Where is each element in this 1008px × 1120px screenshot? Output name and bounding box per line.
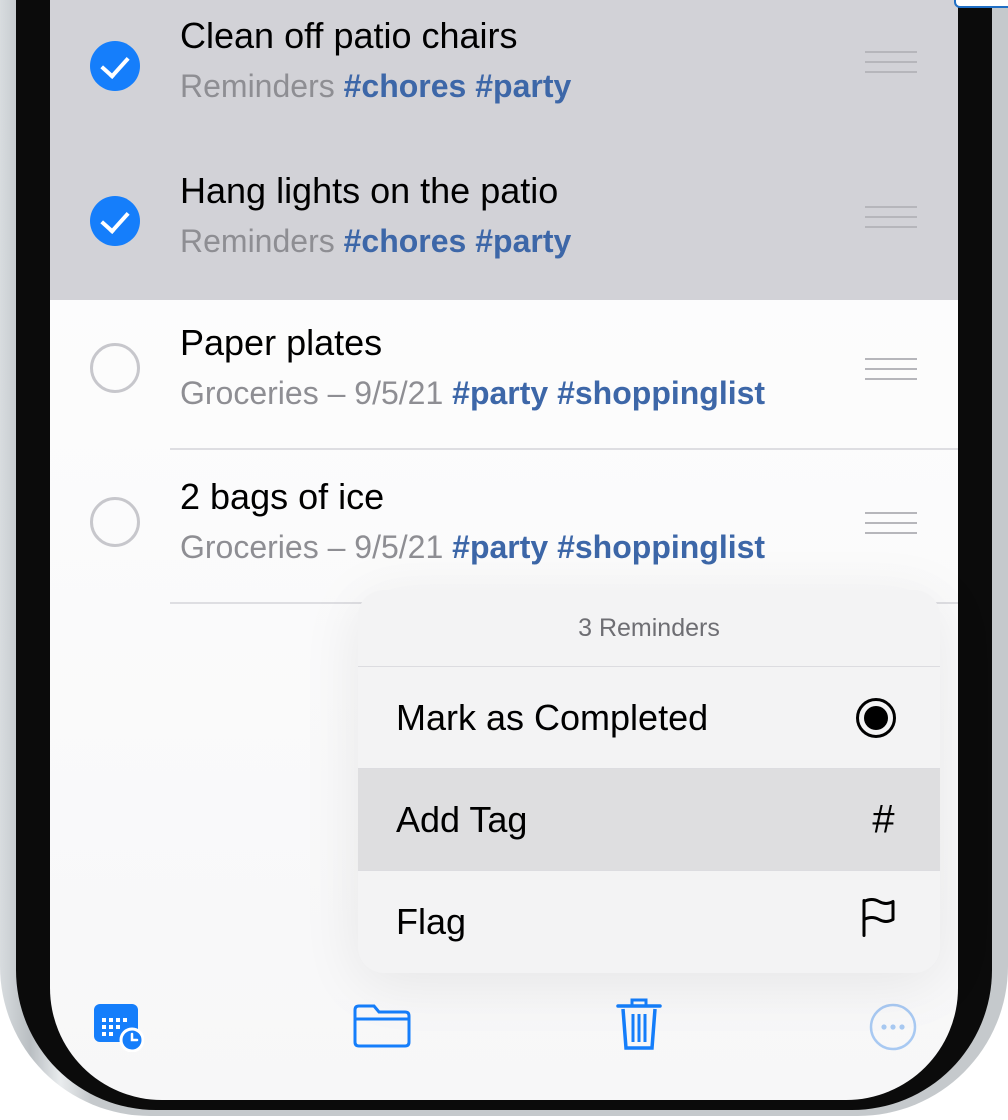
- reminder-tags[interactable]: #chores #party: [344, 68, 572, 104]
- uncompleted-checkbox[interactable]: [90, 343, 140, 393]
- reminder-row[interactable]: 2 bags of ice Groceries – 9/5/21 #party …: [50, 450, 958, 605]
- reminder-list-name: Reminders: [180, 68, 335, 104]
- menu-item-label: Flag: [396, 901, 467, 942]
- reminder-subtitle: Reminders #chores #party: [180, 223, 571, 260]
- mark-as-completed-button[interactable]: Mark as Completed: [358, 667, 940, 769]
- flag-button[interactable]: Flag: [358, 871, 940, 973]
- completed-checkbox[interactable]: [90, 41, 140, 91]
- reminder-list-name: Groceries – 9/5/21: [180, 375, 444, 411]
- calendar-clock-icon[interactable]: [92, 1000, 145, 1057]
- reminder-title: Paper plates: [180, 322, 383, 363]
- reminder-row[interactable]: Hang lights on the patio Reminders #chor…: [50, 145, 958, 300]
- reminder-title: Hang lights on the patio: [180, 170, 559, 211]
- trash-icon[interactable]: [616, 996, 662, 1057]
- drag-handle-icon[interactable]: [865, 358, 917, 380]
- flag-icon: [860, 898, 896, 947]
- corner-tab: [954, 0, 1008, 8]
- hashtag-icon: #: [871, 797, 894, 841]
- reminder-tags[interactable]: #chores #party: [344, 223, 572, 259]
- add-tag-button[interactable]: Add Tag #: [358, 769, 940, 871]
- menu-item-label: Add Tag: [396, 798, 528, 840]
- more-icon[interactable]: [868, 1002, 918, 1057]
- menu-header: 3 Reminders: [358, 590, 940, 667]
- reminder-tags[interactable]: #party #shoppinglist: [452, 529, 765, 565]
- drag-handle-icon[interactable]: [865, 51, 917, 73]
- reminder-subtitle: Groceries – 9/5/21 #party #shoppinglist: [180, 529, 765, 566]
- context-menu: 3 Reminders Mark as Completed Add Tag # …: [358, 590, 940, 973]
- reminder-title: Clean off patio chairs: [180, 15, 518, 56]
- completed-checkbox[interactable]: [90, 196, 140, 246]
- reminder-row[interactable]: Clean off patio chairs Reminders #chores…: [50, 0, 958, 145]
- folder-icon[interactable]: [352, 1002, 412, 1053]
- reminder-subtitle: Reminders #chores #party: [180, 68, 571, 105]
- reminder-tags[interactable]: #party #shoppinglist: [452, 375, 765, 411]
- filled-circle-icon: [856, 698, 896, 738]
- drag-handle-icon[interactable]: [865, 206, 917, 228]
- reminder-subtitle: Groceries – 9/5/21 #party #shoppinglist: [180, 375, 765, 412]
- reminder-list-name: Reminders: [180, 223, 335, 259]
- drag-handle-icon[interactable]: [865, 512, 917, 534]
- reminder-row[interactable]: Paper plates Groceries – 9/5/21 #party #…: [50, 295, 958, 450]
- menu-item-label: Mark as Completed: [396, 696, 709, 738]
- reminder-title: 2 bags of ice: [180, 476, 385, 517]
- uncompleted-checkbox[interactable]: [90, 497, 140, 547]
- reminder-list-name: Groceries – 9/5/21: [180, 529, 444, 565]
